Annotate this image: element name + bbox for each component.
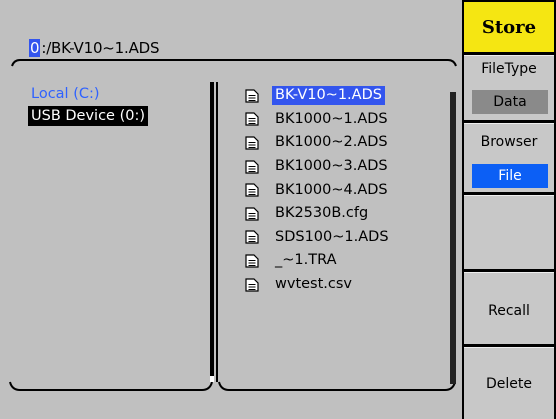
filetype-label: FileType — [481, 61, 537, 77]
blank-softkey[interactable] — [464, 195, 554, 269]
file-name: wvtest.csv — [275, 276, 353, 293]
path-bar-frame — [11, 59, 457, 67]
file-row[interactable]: BK-V10~1.ADS — [245, 84, 392, 108]
file-name: BK1000~1.ADS — [275, 110, 388, 127]
file-row[interactable]: BK1000~3.ADS — [245, 155, 392, 179]
file-name: BK2530B.cfg — [275, 205, 369, 222]
document-icon — [245, 254, 259, 268]
recall-label: Recall — [488, 303, 530, 319]
document-icon — [245, 89, 259, 103]
drive-panel: Local (C:) USB Device (0:) — [2, 76, 215, 411]
file-row[interactable]: _~1.TRA — [245, 249, 392, 273]
file-row[interactable]: BK1000~4.ADS — [245, 178, 392, 202]
browser-label: Browser — [480, 134, 538, 150]
delete-label: Delete — [486, 376, 532, 392]
file-panel: BK-V10~1.ADS BK1000~1.ADS BK1000~2.ADS B… — [215, 76, 462, 411]
filetype-softkey[interactable]: FileType Data — [464, 55, 554, 120]
document-icon — [245, 277, 259, 292]
file-name: BK-V10~1.ADS — [272, 86, 385, 106]
path-text: 0:/BK-V10~1.ADS — [29, 39, 160, 57]
document-icon — [245, 112, 259, 126]
file-name: BK1000~3.ADS — [275, 158, 388, 175]
drive-panel-frame — [9, 82, 214, 391]
file-row[interactable]: BK1000~1.ADS — [245, 108, 392, 132]
file-name: SDS100~1.ADS — [275, 228, 389, 245]
file-name: BK1000~2.ADS — [275, 134, 388, 151]
softkey-menu: Store FileType Data Browser File Recall … — [462, 0, 556, 419]
file-row[interactable]: BK2530B.cfg — [245, 202, 392, 226]
file-name: BK1000~4.ADS — [275, 181, 388, 198]
document-icon — [245, 159, 259, 174]
filetype-value: Data — [472, 90, 548, 114]
delete-softkey[interactable]: Delete — [464, 347, 554, 419]
menu-title: Store — [464, 2, 554, 52]
document-icon — [245, 183, 259, 197]
browser-softkey[interactable]: Browser File — [464, 123, 554, 192]
path-bar: 0:/BK-V10~1.ADS — [2, 0, 462, 70]
document-icon — [245, 136, 259, 150]
file-list-scrollbar[interactable] — [450, 92, 456, 384]
file-row[interactable]: BK1000~2.ADS — [245, 131, 392, 155]
document-icon — [245, 207, 259, 221]
path-cursor: 0 — [29, 39, 41, 57]
file-name: _~1.TRA — [275, 252, 337, 269]
path-value: :/BK-V10~1.ADS — [41, 39, 160, 57]
drive-item-usb[interactable]: USB Device (0:) — [28, 106, 148, 126]
scrollbar-thumb[interactable] — [450, 92, 456, 384]
drive-item-local[interactable]: Local (C:) — [28, 84, 103, 104]
document-icon — [245, 230, 259, 244]
browser-value: File — [472, 164, 548, 188]
file-browser-screen: 0:/BK-V10~1.ADS Local (C:) USB Device (0… — [0, 0, 556, 419]
file-row[interactable]: wvtest.csv — [245, 273, 392, 297]
recall-softkey[interactable]: Recall — [464, 272, 554, 344]
file-row[interactable]: SDS100~1.ADS — [245, 226, 392, 250]
file-list: BK-V10~1.ADS BK1000~1.ADS BK1000~2.ADS B… — [245, 84, 392, 296]
